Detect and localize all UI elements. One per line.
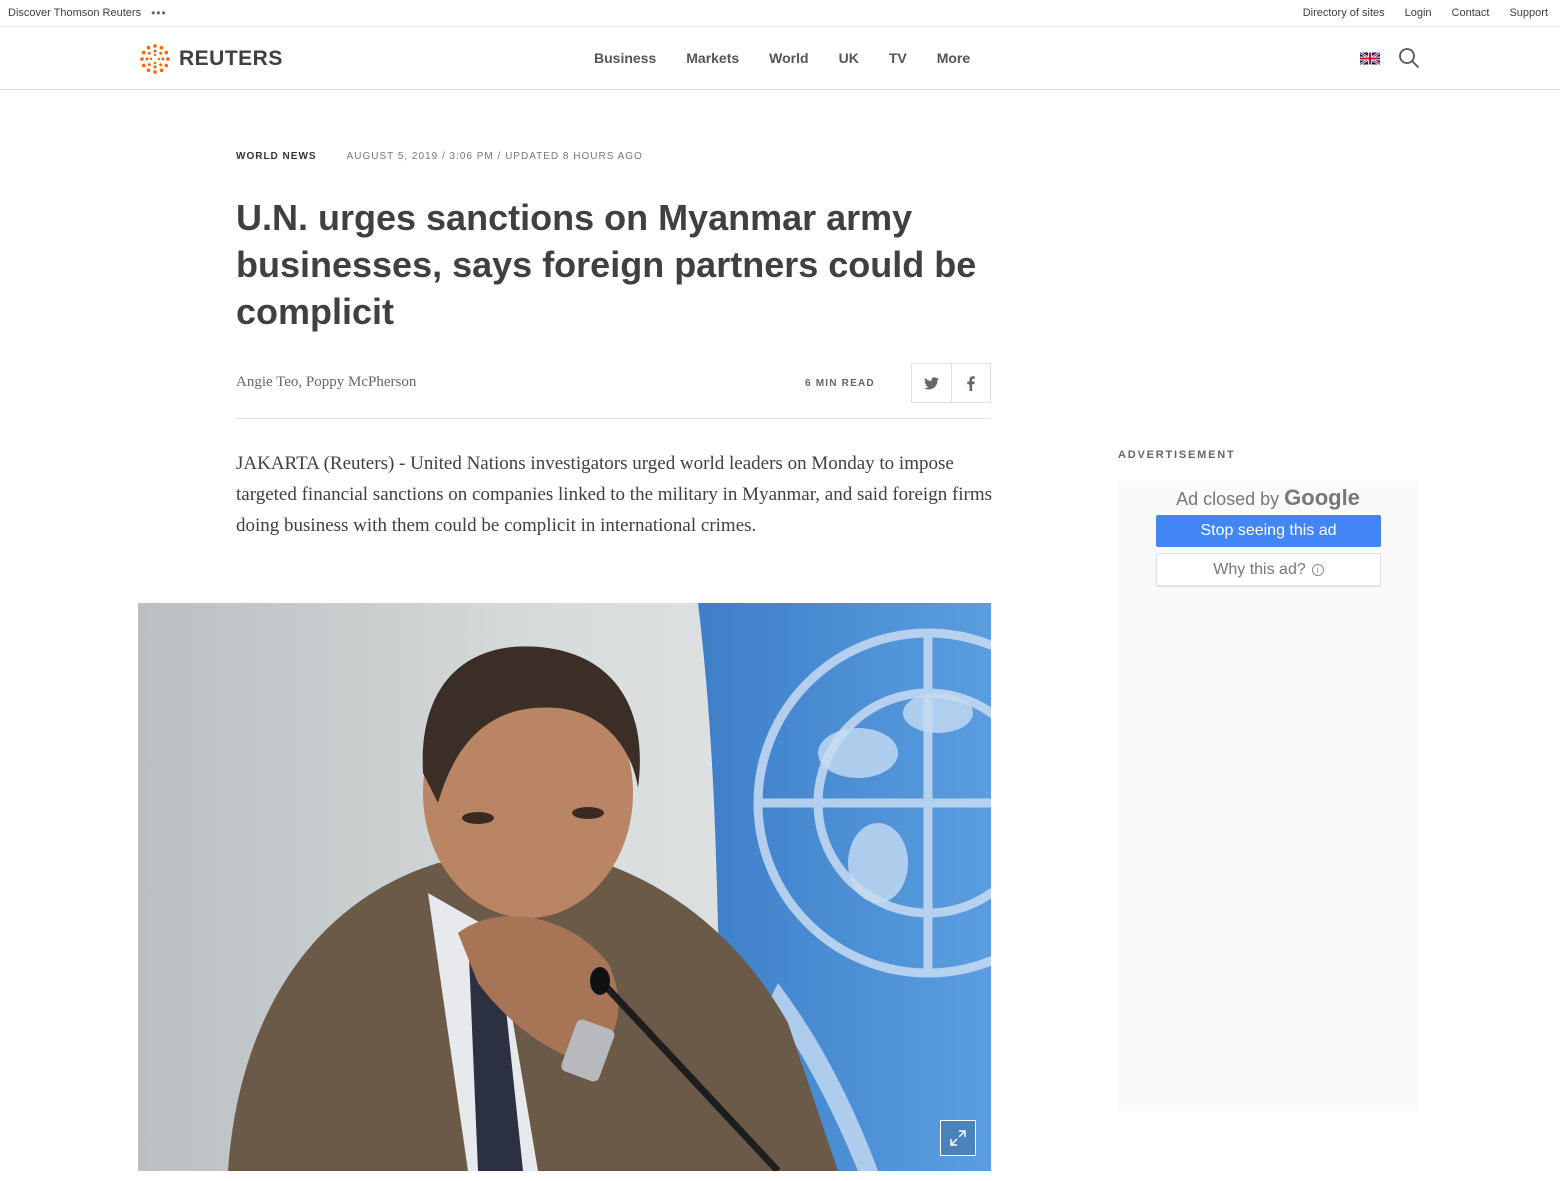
- read-time: 6 MIN READ: [805, 378, 875, 389]
- nav-markets[interactable]: Markets: [686, 50, 739, 66]
- discover-link[interactable]: Discover Thomson Reuters: [8, 7, 141, 19]
- logo-text: REUTERS: [179, 47, 283, 70]
- hero-photo: [138, 603, 991, 1171]
- nav-world[interactable]: World: [769, 50, 808, 66]
- ad-container: Ad closed by Google Stop seeing this ad …: [1118, 481, 1418, 1111]
- share-facebook-button[interactable]: [950, 364, 990, 402]
- expand-icon: [950, 1130, 966, 1146]
- byline: Angie Teo, Poppy McPherson: [236, 374, 417, 390]
- ad-closed-message: Ad closed by Google: [1118, 485, 1418, 511]
- utility-links: Directory of sites Login Contact Support: [1283, 7, 1548, 19]
- article-headline: U.N. urges sanctions on Myanmar army bus…: [236, 197, 977, 332]
- byline-row: Angie Teo, Poppy McPherson 6 MIN READ: [236, 363, 991, 419]
- facebook-icon: [967, 375, 975, 391]
- article-lead-paragraph: JAKARTA (Reuters) - United Nations inves…: [236, 453, 993, 536]
- google-logo: Google: [1284, 485, 1360, 510]
- directory-link[interactable]: Directory of sites: [1303, 7, 1385, 19]
- discover-menu[interactable]: Discover Thomson Reuters •••: [8, 7, 167, 19]
- login-link[interactable]: Login: [1405, 7, 1432, 19]
- dateline: AUGUST 5, 2019 / 3:06 PM / UPDATED 8 HOU…: [346, 151, 643, 162]
- article-meta: WORLD NEWS AUGUST 5, 2019 / 3:06 PM / UP…: [236, 151, 643, 162]
- utility-bar: Discover Thomson Reuters ••• Directory o…: [0, 0, 1560, 27]
- nav-business[interactable]: Business: [594, 50, 656, 66]
- reuters-logo[interactable]: REUTERS: [138, 42, 283, 76]
- search-icon[interactable]: [1398, 47, 1420, 69]
- section-label[interactable]: WORLD NEWS: [236, 151, 317, 162]
- main-nav: Business Markets World UK TV More: [594, 50, 1000, 66]
- share-twitter-button[interactable]: [912, 364, 951, 402]
- uk-flag-icon[interactable]: [1360, 52, 1380, 65]
- support-link[interactable]: Support: [1509, 7, 1548, 19]
- more-dots-icon[interactable]: •••: [151, 7, 167, 19]
- ad-label: ADVERTISEMENT: [1118, 449, 1236, 461]
- info-icon: i: [1311, 563, 1324, 576]
- reuters-dots-icon: [140, 44, 170, 74]
- article-hero-image[interactable]: [138, 603, 991, 1171]
- stop-seeing-ad-button[interactable]: Stop seeing this ad: [1156, 515, 1381, 547]
- main-header: REUTERS Business Markets World UK TV Mor…: [0, 28, 1560, 90]
- contact-link[interactable]: Contact: [1452, 7, 1490, 19]
- nav-uk[interactable]: UK: [839, 50, 859, 66]
- share-buttons: [911, 363, 991, 403]
- twitter-icon: [923, 376, 939, 389]
- expand-image-button[interactable]: [940, 1120, 976, 1156]
- why-this-ad-label: Why this ad?: [1213, 560, 1306, 578]
- nav-more[interactable]: More: [937, 50, 970, 66]
- why-this-ad-button[interactable]: Why this ad? i: [1156, 553, 1381, 586]
- nav-tv[interactable]: TV: [889, 50, 907, 66]
- ad-closed-text: Ad closed by: [1176, 489, 1280, 509]
